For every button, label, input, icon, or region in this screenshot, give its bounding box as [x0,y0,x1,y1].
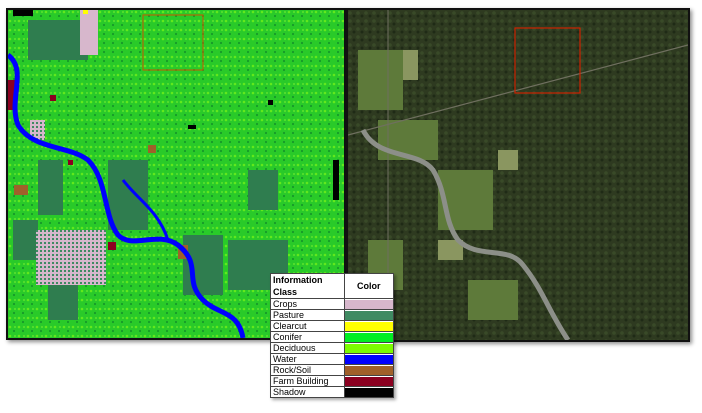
legend-swatch [344,354,393,364]
legend-row: Clearcut [270,320,395,332]
legend-class-name: Conifer [270,331,345,343]
legend-class-name: Clearcut [270,320,345,332]
legend-header-color: Color [343,273,395,299]
legend-swatch [344,321,393,331]
legend-row: Rock/Soil [270,364,395,376]
legend-swatch [344,376,393,386]
legend-row: Conifer [270,331,395,343]
legend-class-name: Crops [270,298,345,310]
legend-class-name: Shadow [270,386,345,398]
legend-row: Crops [270,298,395,310]
legend-row: Pasture [270,309,395,321]
legend-row: Farm Building [270,375,395,387]
aerial-photo-panel [346,8,690,342]
legend-class-name: Water [270,353,345,365]
legend-swatch [344,387,393,397]
legend-class-name: Pasture [270,309,345,321]
legend-row: Water [270,353,395,365]
legend-row: Deciduous [270,342,395,354]
legend-table: Information Class Color Crops Pasture Cl… [270,273,395,398]
legend-swatch [344,332,393,342]
legend-body: Crops Pasture Clearcut Conifer Deciduous… [270,298,395,398]
legend-swatch [344,310,393,320]
legend-class-name: Farm Building [270,375,345,387]
aerial-photo [348,10,688,340]
legend-swatch [344,299,393,309]
legend-row: Shadow [270,386,395,398]
legend-class-name: Rock/Soil [270,364,345,376]
legend-swatch [344,343,393,353]
legend-header-class: Information Class [270,273,345,299]
legend-class-name: Deciduous [270,342,345,354]
legend-swatch [344,365,393,375]
